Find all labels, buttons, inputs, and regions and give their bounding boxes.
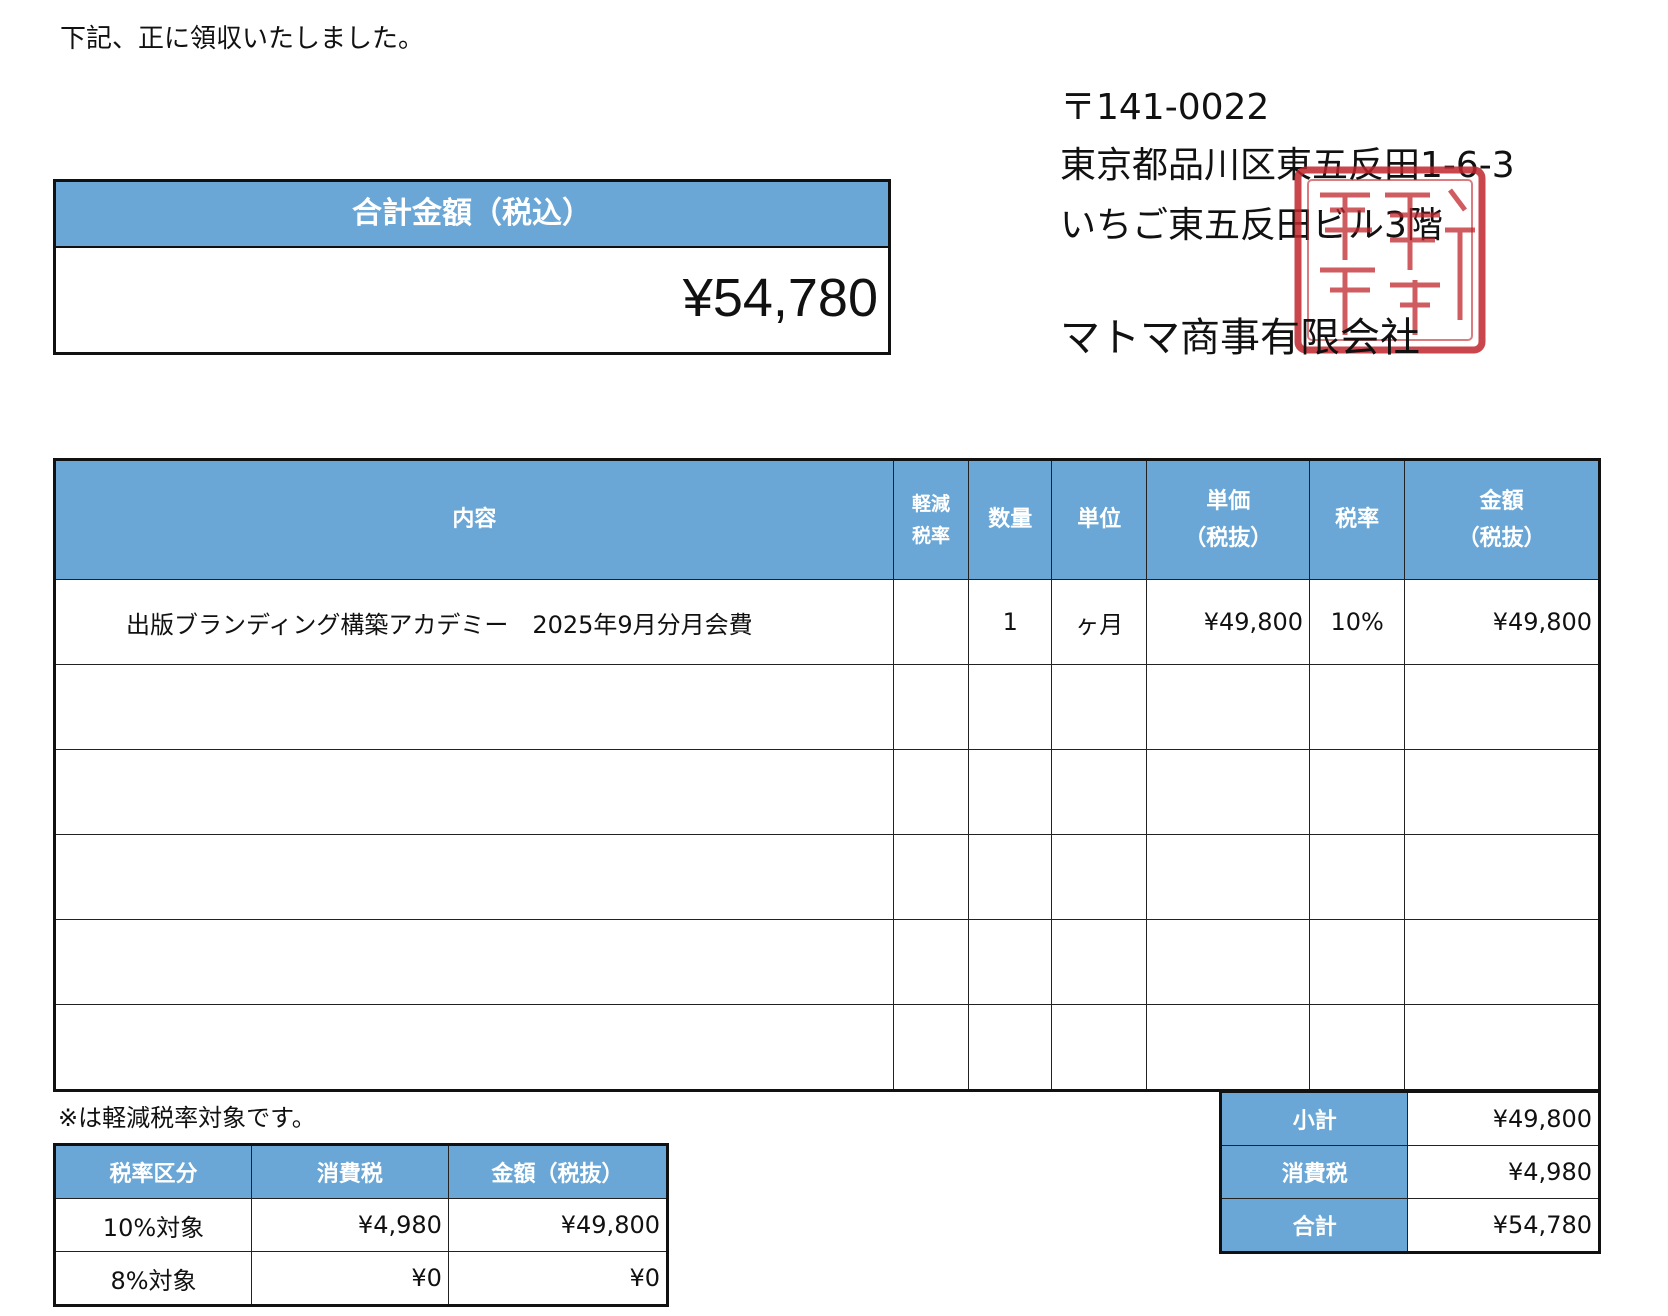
tax-breakdown-table: 税率区分 消費税 金額（税抜） 10%対象 ¥4,980 ¥49,800 8%対… xyxy=(53,1143,669,1307)
item-description: 出版ブランディング構築アカデミー 2025年9月分月会費 xyxy=(54,579,894,665)
item-reduced-tax xyxy=(892,1004,970,1091)
item-unit-price xyxy=(1146,919,1310,1005)
item-tax-rate: 10% xyxy=(1308,579,1406,665)
item-quantity xyxy=(968,664,1053,750)
consumption-tax: ¥0 xyxy=(250,1251,449,1306)
header-amount-excl-tax: 金額（税抜） xyxy=(447,1144,669,1199)
header-reduced-tax: 軽減 税率 xyxy=(892,459,970,580)
subtotal-value: ¥49,800 xyxy=(1407,1091,1600,1146)
item-unit-price: ¥49,800 xyxy=(1146,579,1310,665)
table-header-row: 内容 軽減 税率 数量 単位 単価 （税抜） 税率 金額 （税抜） xyxy=(54,459,1600,580)
summary-row-subtotal: 小計 ¥49,800 xyxy=(1219,1091,1600,1146)
tax-label: 消費税 xyxy=(1219,1145,1409,1199)
consumption-tax: ¥4,980 xyxy=(250,1198,449,1252)
amount-excl-tax: ¥49,800 xyxy=(447,1198,669,1252)
issuer-company-name: マトマ商事有限会社 xyxy=(1060,315,1420,361)
item-tax-rate xyxy=(1308,919,1406,1005)
item-unit-price xyxy=(1146,749,1310,835)
item-amount xyxy=(1404,834,1600,920)
item-tax-rate xyxy=(1308,664,1406,750)
item-unit xyxy=(1051,1004,1148,1091)
total-amount-box: 合計金額（税込） ¥54,780 xyxy=(53,179,891,355)
item-amount xyxy=(1404,1004,1600,1091)
header-unit-price-line1: 単価 xyxy=(1206,488,1251,514)
tax-category: 8%対象 xyxy=(54,1251,252,1306)
summary-row-total: 合計 ¥54,780 xyxy=(1219,1198,1600,1253)
item-description xyxy=(54,749,894,835)
item-amount xyxy=(1404,919,1600,1005)
summary-table: 小計 ¥49,800 消費税 ¥4,980 合計 ¥54,780 xyxy=(1219,1090,1601,1254)
item-tax-rate xyxy=(1308,749,1406,835)
header-description: 内容 xyxy=(54,459,894,580)
item-description xyxy=(54,664,894,750)
item-quantity xyxy=(968,919,1053,1005)
table-row: 8%対象 ¥0 ¥0 xyxy=(54,1251,669,1306)
table-row: 10%対象 ¥4,980 ¥49,800 xyxy=(54,1198,669,1252)
summary-row-tax: 消費税 ¥4,980 xyxy=(1219,1145,1600,1199)
item-description xyxy=(54,919,894,1005)
total-label: 合計 xyxy=(1219,1198,1409,1253)
item-description xyxy=(54,834,894,920)
item-tax-rate xyxy=(1308,834,1406,920)
header-amount-line1: 金額 xyxy=(1479,488,1524,514)
header-tax-category: 税率区分 xyxy=(54,1144,252,1199)
item-unit xyxy=(1051,834,1148,920)
total-amount-label: 合計金額（税込） xyxy=(56,182,888,248)
reduced-tax-note: ※は軽減税率対象です。 xyxy=(58,1104,316,1132)
item-quantity xyxy=(968,834,1053,920)
header-amount-line2: （税抜） xyxy=(1457,526,1546,551)
table-row xyxy=(54,834,1600,920)
table-row xyxy=(54,749,1600,835)
item-unit: ヶ月 xyxy=(1051,579,1148,665)
item-description xyxy=(54,1004,894,1091)
item-quantity xyxy=(968,749,1053,835)
item-unit xyxy=(1051,664,1148,750)
table-row xyxy=(54,664,1600,750)
item-reduced-tax xyxy=(892,579,970,665)
item-unit-price xyxy=(1146,664,1310,750)
item-quantity: 1 xyxy=(968,579,1053,665)
tax-category: 10%対象 xyxy=(54,1198,252,1252)
header-reduced-tax-line1: 軽減 xyxy=(912,492,951,515)
total-value: ¥54,780 xyxy=(1407,1198,1600,1253)
item-amount xyxy=(1404,749,1600,835)
header-amount: 金額 （税抜） xyxy=(1404,459,1600,580)
table-row: 出版ブランディング構築アカデミー 2025年9月分月会費 1 ヶ月 ¥49,80… xyxy=(54,579,1600,665)
item-amount: ¥49,800 xyxy=(1404,579,1600,665)
item-reduced-tax xyxy=(892,834,970,920)
header-tax-rate: 税率 xyxy=(1308,459,1406,580)
issuer-postal-code: 〒141-0022 xyxy=(1060,87,1270,128)
item-unit xyxy=(1051,749,1148,835)
table-row xyxy=(54,1004,1600,1091)
line-items-table: 内容 軽減 税率 数量 単位 単価 （税抜） 税率 金額 （税抜） 出版ブランデ… xyxy=(53,458,1601,1092)
table-row xyxy=(54,919,1600,1005)
item-unit-price xyxy=(1146,1004,1310,1091)
item-quantity xyxy=(968,1004,1053,1091)
amount-excl-tax: ¥0 xyxy=(447,1251,669,1306)
header-consumption-tax: 消費税 xyxy=(250,1144,449,1199)
header-unit: 単位 xyxy=(1051,459,1148,580)
receipt-intro: 下記、正に領収いたしました。 xyxy=(60,24,425,54)
header-unit-price: 単価 （税抜） xyxy=(1146,459,1310,580)
item-tax-rate xyxy=(1308,1004,1406,1091)
total-amount-value: ¥54,780 xyxy=(682,268,878,328)
tax-value: ¥4,980 xyxy=(1407,1145,1600,1199)
subtotal-label: 小計 xyxy=(1219,1091,1409,1146)
item-reduced-tax xyxy=(892,919,970,1005)
header-quantity: 数量 xyxy=(968,459,1053,580)
item-amount xyxy=(1404,664,1600,750)
header-unit-price-line2: （税抜） xyxy=(1184,526,1273,551)
item-reduced-tax xyxy=(892,749,970,835)
table-header-row: 税率区分 消費税 金額（税抜） xyxy=(54,1144,669,1199)
item-unit-price xyxy=(1146,834,1310,920)
header-reduced-tax-line2: 税率 xyxy=(912,525,951,547)
item-unit xyxy=(1051,919,1148,1005)
item-reduced-tax xyxy=(892,664,970,750)
